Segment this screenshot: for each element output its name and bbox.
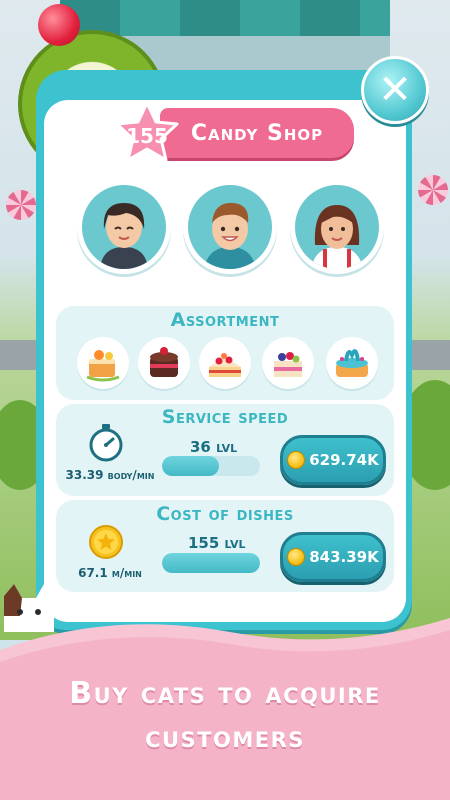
cost-of-dishes-stat: 67.1 m/min	[78, 566, 142, 580]
dish-chocolate-cake[interactable]	[138, 337, 190, 389]
close-button[interactable]: ✕	[361, 56, 429, 124]
service-speed-progress-bar	[162, 456, 260, 476]
staff-avatar-woman-2[interactable]	[290, 180, 384, 274]
cost-of-dishes-price: 843.39K	[309, 548, 379, 566]
assortment-title: Assortment	[170, 309, 280, 331]
promo-line-2: customers	[145, 720, 305, 755]
cost-of-dishes-title: Cost of dishes	[156, 503, 294, 525]
upgrade-service-speed-button[interactable]: 629.74K	[280, 435, 386, 485]
shop-title: Candy Shop	[190, 120, 324, 146]
promo-caption: Buy cats to acquire customers	[0, 672, 450, 760]
upgrade-cost-of-dishes-button[interactable]: 843.39K	[280, 532, 386, 582]
coin-star-icon	[89, 525, 123, 559]
cost-of-dishes-progress-bar	[162, 553, 260, 573]
lollipop-icon	[418, 175, 448, 205]
coin-icon	[287, 451, 306, 469]
close-icon: ✕	[378, 67, 412, 113]
service-speed-price: 629.74K	[309, 451, 379, 469]
dish-orange-cake[interactable]	[77, 337, 129, 389]
stopwatch-icon	[89, 424, 123, 462]
lollipop-icon	[6, 190, 36, 220]
cost-of-dishes-level: 155 lvl	[188, 534, 246, 552]
cherry-icon	[38, 4, 80, 46]
staff-avatar-woman-1[interactable]	[77, 180, 171, 274]
staff-avatar-man[interactable]	[183, 180, 277, 274]
dish-blue-swirl-cake[interactable]	[326, 337, 378, 389]
promo-line-1: Buy cats to acquire	[69, 676, 381, 711]
service-speed-stat: 33.39 body/min	[65, 468, 155, 482]
service-speed-progress-fill	[162, 456, 219, 476]
dish-strawberry-cake[interactable]	[199, 337, 251, 389]
service-speed-level: 36 lvl	[190, 438, 238, 456]
shop-level: 155	[126, 124, 168, 148]
dish-berry-cake[interactable]	[262, 337, 314, 389]
coin-icon	[287, 548, 306, 566]
cost-of-dishes-progress-fill	[162, 553, 260, 573]
shop-title-ribbon: Candy Shop	[160, 108, 354, 158]
